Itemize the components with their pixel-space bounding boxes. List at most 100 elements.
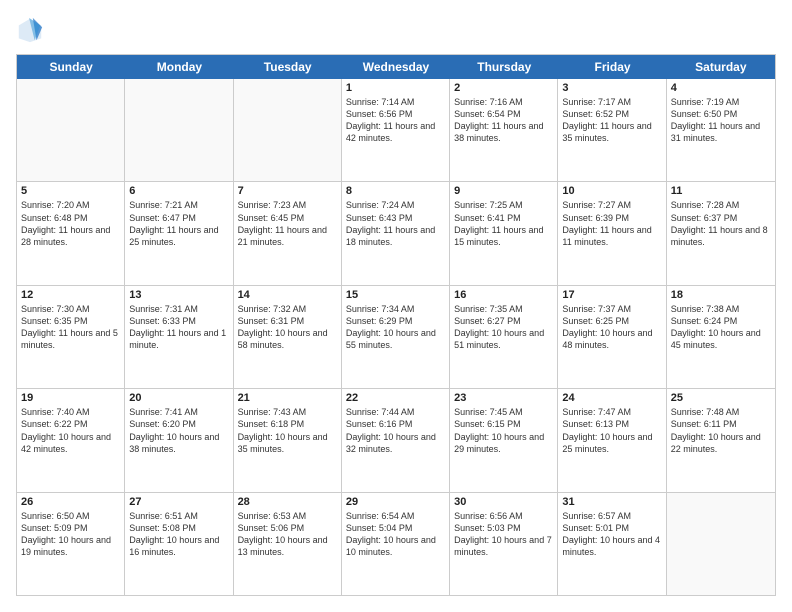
- day-cell-1: 1 Sunrise: 7:14 AM Sunset: 6:56 PM Daylig…: [342, 79, 450, 181]
- day-info: Sunrise: 7:45 AM Sunset: 6:15 PM Dayligh…: [454, 406, 553, 455]
- day-cell-7: 7 Sunrise: 7:23 AM Sunset: 6:45 PM Daylig…: [234, 182, 342, 284]
- day-cell-25: 25Sunrise: 7:48 AM Sunset: 6:11 PM Dayli…: [667, 389, 775, 491]
- day-number: 1: [346, 82, 445, 94]
- day-number: 6: [129, 185, 228, 197]
- day-info: Sunrise: 7:28 AM Sunset: 6:37 PM Dayligh…: [671, 199, 771, 248]
- day-cell-18: 18 Sunrise: 7:38 AM Sunset: 6:24 PM Dayli…: [667, 286, 775, 388]
- day-info: Sunrise: 7:24 AM Sunset: 6:43 PM Dayligh…: [346, 199, 445, 248]
- day-cell-3: 3Sunrise: 7:17 AM Sunset: 6:52 PM Daylig…: [558, 79, 666, 181]
- day-info: Sunrise: 7:38 AM Sunset: 6:24 PM Dayligh…: [671, 303, 771, 352]
- day-number: 30: [454, 496, 553, 508]
- day-cell-31: 31 Sunrise: 6:57 AM Sunset: 5:01 PM Dayli…: [558, 493, 666, 595]
- day-number: 16: [454, 289, 553, 301]
- day-number: 15: [346, 289, 445, 301]
- day-cell-17: 17 Sunrise: 7:37 AM Sunset: 6:25 PM Dayli…: [558, 286, 666, 388]
- day-cell-20: 20 Sunrise: 7:41 AM Sunset: 6:20 PM Dayli…: [125, 389, 233, 491]
- day-number: 27: [129, 496, 228, 508]
- day-info: Sunrise: 7:17 AM Sunset: 6:52 PM Dayligh…: [562, 96, 661, 145]
- day-cell-23: 23 Sunrise: 7:45 AM Sunset: 6:15 PM Dayli…: [450, 389, 558, 491]
- day-info: Sunrise: 7:31 AM Sunset: 6:33 PM Dayligh…: [129, 303, 228, 352]
- day-info: Sunrise: 7:34 AM Sunset: 6:29 PM Dayligh…: [346, 303, 445, 352]
- day-info: Sunrise: 6:51 AM Sunset: 5:08 PM Dayligh…: [129, 510, 228, 559]
- calendar-header: SundayMondayTuesdayWednesdayThursdayFrid…: [17, 55, 775, 79]
- day-info: Sunrise: 7:16 AM Sunset: 6:54 PM Dayligh…: [454, 96, 553, 145]
- day-cell-2: 2 Sunrise: 7:16 AM Sunset: 6:54 PM Daylig…: [450, 79, 558, 181]
- day-number: 28: [238, 496, 337, 508]
- day-cell-24: 24Sunrise: 7:47 AM Sunset: 6:13 PM Dayli…: [558, 389, 666, 491]
- day-cell-13: 13Sunrise: 7:31 AM Sunset: 6:33 PM Dayli…: [125, 286, 233, 388]
- day-number: 14: [238, 289, 337, 301]
- day-info: Sunrise: 6:56 AM Sunset: 5:03 PM Dayligh…: [454, 510, 553, 559]
- day-info: Sunrise: 7:41 AM Sunset: 6:20 PM Dayligh…: [129, 406, 228, 455]
- day-cell-9: 9 Sunrise: 7:25 AM Sunset: 6:41 PM Daylig…: [450, 182, 558, 284]
- day-cell-27: 27 Sunrise: 6:51 AM Sunset: 5:08 PM Dayli…: [125, 493, 233, 595]
- calendar-body: 1 Sunrise: 7:14 AM Sunset: 6:56 PM Daylig…: [17, 79, 775, 595]
- calendar: SundayMondayTuesdayWednesdayThursdayFrid…: [16, 54, 776, 596]
- day-cell-15: 15 Sunrise: 7:34 AM Sunset: 6:29 PM Dayli…: [342, 286, 450, 388]
- day-info: Sunrise: 6:53 AM Sunset: 5:06 PM Dayligh…: [238, 510, 337, 559]
- day-cell-26: 26Sunrise: 6:50 AM Sunset: 5:09 PM Dayli…: [17, 493, 125, 595]
- day-info: Sunrise: 7:47 AM Sunset: 6:13 PM Dayligh…: [562, 406, 661, 455]
- day-cell-14: 14 Sunrise: 7:32 AM Sunset: 6:31 PM Dayli…: [234, 286, 342, 388]
- calendar-row-2: 12 Sunrise: 7:30 AM Sunset: 6:35 PM Dayli…: [17, 286, 775, 389]
- day-number: 25: [671, 392, 771, 404]
- day-cell-11: 11 Sunrise: 7:28 AM Sunset: 6:37 PM Dayli…: [667, 182, 775, 284]
- day-number: 21: [238, 392, 337, 404]
- day-cell-10: 10 Sunrise: 7:27 AM Sunset: 6:39 PM Dayli…: [558, 182, 666, 284]
- day-info: Sunrise: 7:37 AM Sunset: 6:25 PM Dayligh…: [562, 303, 661, 352]
- day-info: Sunrise: 7:21 AM Sunset: 6:47 PM Dayligh…: [129, 199, 228, 248]
- day-cell-22: 22Sunrise: 7:44 AM Sunset: 6:16 PM Dayli…: [342, 389, 450, 491]
- day-number: 11: [671, 185, 771, 197]
- day-cell-19: 19 Sunrise: 7:40 AM Sunset: 6:22 PM Dayli…: [17, 389, 125, 491]
- day-cell-28: 28 Sunrise: 6:53 AM Sunset: 5:06 PM Dayli…: [234, 493, 342, 595]
- day-cell-21: 21Sunrise: 7:43 AM Sunset: 6:18 PM Dayli…: [234, 389, 342, 491]
- day-info: Sunrise: 7:23 AM Sunset: 6:45 PM Dayligh…: [238, 199, 337, 248]
- day-cell-4: 4Sunrise: 7:19 AM Sunset: 6:50 PM Daylig…: [667, 79, 775, 181]
- empty-cell: [234, 79, 342, 181]
- day-number: 18: [671, 289, 771, 301]
- calendar-row-4: 26Sunrise: 6:50 AM Sunset: 5:09 PM Dayli…: [17, 493, 775, 595]
- day-info: Sunrise: 7:20 AM Sunset: 6:48 PM Dayligh…: [21, 199, 120, 248]
- day-info: Sunrise: 6:57 AM Sunset: 5:01 PM Dayligh…: [562, 510, 661, 559]
- day-number: 29: [346, 496, 445, 508]
- day-number: 20: [129, 392, 228, 404]
- day-number: 12: [21, 289, 120, 301]
- day-number: 4: [671, 82, 771, 94]
- day-cell-16: 16 Sunrise: 7:35 AM Sunset: 6:27 PM Dayli…: [450, 286, 558, 388]
- day-number: 10: [562, 185, 661, 197]
- day-number: 5: [21, 185, 120, 197]
- day-info: Sunrise: 7:25 AM Sunset: 6:41 PM Dayligh…: [454, 199, 553, 248]
- logo: [16, 16, 48, 44]
- day-number: 2: [454, 82, 553, 94]
- day-info: Sunrise: 7:30 AM Sunset: 6:35 PM Dayligh…: [21, 303, 120, 352]
- day-info: Sunrise: 7:14 AM Sunset: 6:56 PM Dayligh…: [346, 96, 445, 145]
- day-number: 17: [562, 289, 661, 301]
- day-info: Sunrise: 7:35 AM Sunset: 6:27 PM Dayligh…: [454, 303, 553, 352]
- empty-cell: [125, 79, 233, 181]
- header: [16, 16, 776, 44]
- calendar-row-0: 1 Sunrise: 7:14 AM Sunset: 6:56 PM Daylig…: [17, 79, 775, 182]
- day-info: Sunrise: 6:50 AM Sunset: 5:09 PM Dayligh…: [21, 510, 120, 559]
- day-cell-8: 8 Sunrise: 7:24 AM Sunset: 6:43 PM Daylig…: [342, 182, 450, 284]
- calendar-row-3: 19 Sunrise: 7:40 AM Sunset: 6:22 PM Dayli…: [17, 389, 775, 492]
- calendar-page: SundayMondayTuesdayWednesdayThursdayFrid…: [0, 0, 792, 612]
- weekday-header-tuesday: Tuesday: [234, 55, 342, 79]
- weekday-header-sunday: Sunday: [17, 55, 125, 79]
- logo-icon: [16, 16, 44, 44]
- day-cell-29: 29Sunrise: 6:54 AM Sunset: 5:04 PM Dayli…: [342, 493, 450, 595]
- day-info: Sunrise: 7:40 AM Sunset: 6:22 PM Dayligh…: [21, 406, 120, 455]
- empty-cell: [17, 79, 125, 181]
- empty-cell: [667, 493, 775, 595]
- day-number: 31: [562, 496, 661, 508]
- day-cell-30: 30 Sunrise: 6:56 AM Sunset: 5:03 PM Dayli…: [450, 493, 558, 595]
- day-number: 7: [238, 185, 337, 197]
- calendar-row-1: 5 Sunrise: 7:20 AM Sunset: 6:48 PM Daylig…: [17, 182, 775, 285]
- weekday-header-saturday: Saturday: [667, 55, 775, 79]
- day-number: 23: [454, 392, 553, 404]
- day-number: 19: [21, 392, 120, 404]
- day-number: 8: [346, 185, 445, 197]
- day-info: Sunrise: 7:27 AM Sunset: 6:39 PM Dayligh…: [562, 199, 661, 248]
- day-info: Sunrise: 7:32 AM Sunset: 6:31 PM Dayligh…: [238, 303, 337, 352]
- day-number: 9: [454, 185, 553, 197]
- weekday-header-thursday: Thursday: [450, 55, 558, 79]
